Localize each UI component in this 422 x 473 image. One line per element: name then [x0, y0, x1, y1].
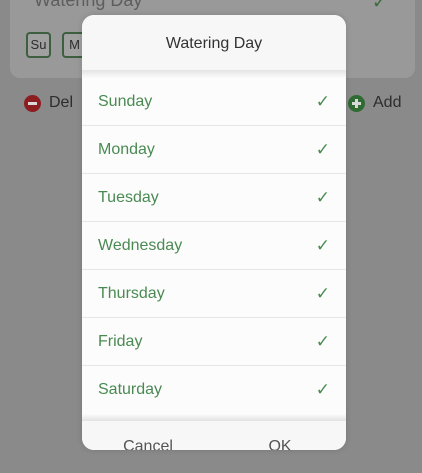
dialog-title: Watering Day: [82, 15, 346, 70]
checkmark-icon: ✓: [315, 139, 330, 159]
list-top-shade: [82, 70, 346, 78]
day-option-thursday[interactable]: Thursday ✓: [82, 270, 346, 318]
minus-circle-icon: [24, 94, 41, 112]
ok-button[interactable]: OK: [214, 438, 346, 450]
delete-label: Del: [49, 94, 74, 111]
card-check-icon: ✓: [372, 0, 388, 12]
checkmark-icon: ✓: [315, 331, 330, 351]
day-option-label: Thursday: [98, 284, 165, 302]
day-option-tuesday[interactable]: Tuesday ✓: [82, 174, 346, 222]
checkmark-icon: ✓: [315, 380, 330, 399]
day-option-monday[interactable]: Monday ✓: [82, 126, 346, 174]
day-option-wednesday[interactable]: Wednesday ✓: [82, 222, 346, 270]
day-option-label: Monday: [98, 140, 155, 158]
day-option-label: Saturday: [98, 381, 163, 398]
day-option-label: Sunday: [98, 92, 153, 110]
add-label: Add: [373, 94, 402, 111]
day-chip-sunday[interactable]: Su: [26, 32, 51, 58]
dialog-actions: Cancel OK: [82, 421, 346, 450]
day-option-sunday[interactable]: Sunday ✓: [82, 78, 346, 126]
day-option-saturday[interactable]: Saturday ✓: [82, 366, 346, 414]
day-option-label: Tuesday: [98, 188, 159, 206]
checkmark-icon: ✓: [315, 91, 330, 111]
card-title: Watering Day: [34, 0, 143, 10]
plus-circle-icon: [348, 94, 365, 112]
day-list[interactable]: Sunday ✓ Monday ✓ Tuesday ✓ Wednesday ✓ …: [82, 78, 346, 414]
day-option-label: Wednesday: [98, 236, 183, 254]
day-option-label: Friday: [98, 332, 143, 350]
checkmark-icon: ✓: [315, 283, 330, 303]
add-button[interactable]: Add: [348, 94, 401, 112]
watering-day-dialog: Watering Day Sunday ✓ Monday ✓ Tuesday ✓…: [82, 15, 346, 450]
checkmark-icon: ✓: [315, 235, 330, 255]
list-bottom-shade: [82, 414, 346, 421]
day-option-friday[interactable]: Friday ✓: [82, 318, 346, 366]
delete-button[interactable]: Del: [24, 94, 73, 112]
cancel-button[interactable]: Cancel: [82, 438, 214, 450]
checkmark-icon: ✓: [315, 187, 330, 207]
